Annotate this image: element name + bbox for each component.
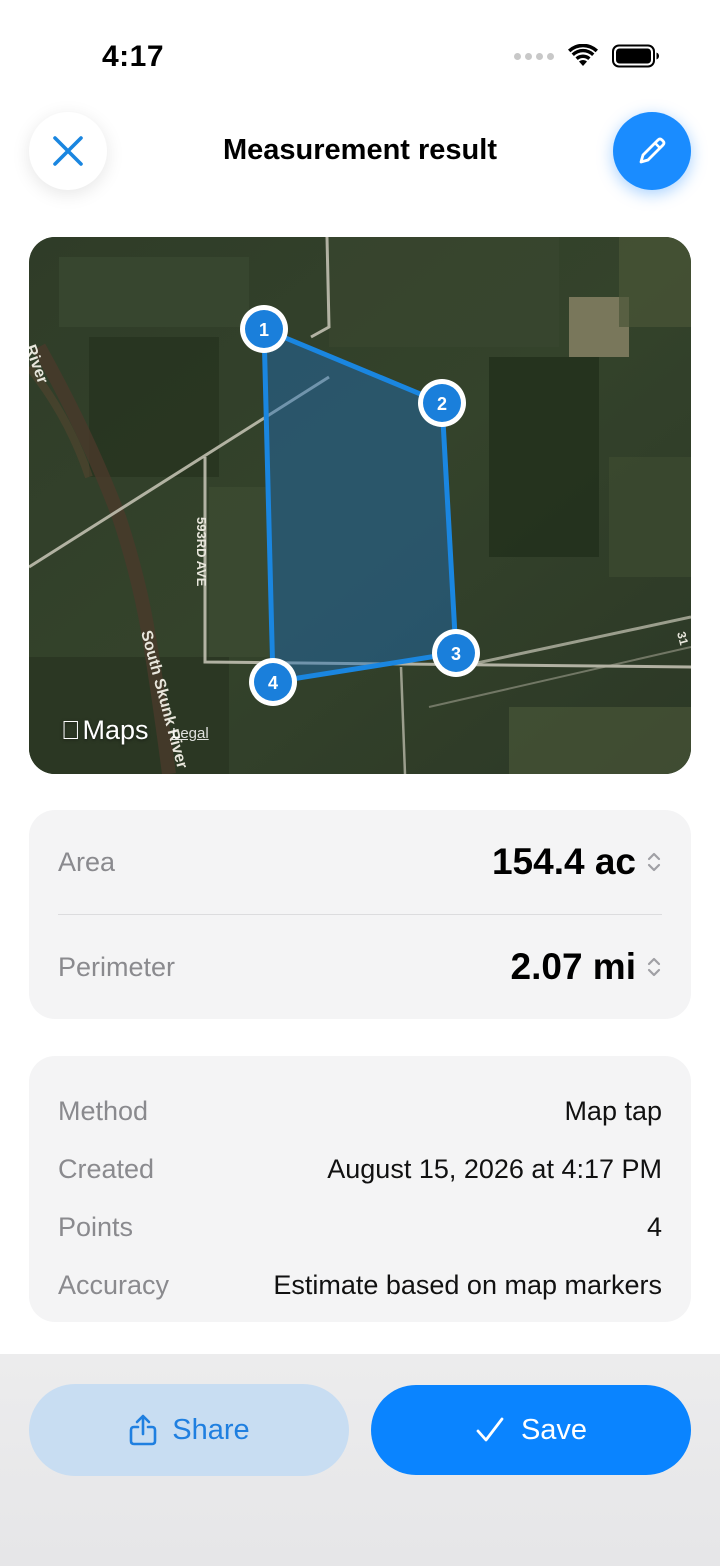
detail-row-points: Points 4 xyxy=(58,1198,662,1256)
detail-value: Estimate based on map markers xyxy=(273,1269,662,1300)
perimeter-label: Perimeter xyxy=(58,951,176,982)
signal-dots-icon xyxy=(514,52,554,60)
svg-text:3: 3 xyxy=(451,644,461,664)
checkmark-icon xyxy=(476,1417,504,1442)
share-button[interactable]: Share xyxy=(29,1384,349,1476)
detail-row-method: Method Map tap xyxy=(58,1082,662,1140)
marker-4[interactable]: 4 xyxy=(249,658,297,706)
svg-text:4: 4 xyxy=(268,673,278,693)
area-label: Area xyxy=(58,846,116,877)
detail-label: Created xyxy=(58,1153,155,1184)
measurement-card: Area 154.4 ac Perimeter 2.07 mi xyxy=(29,810,691,1019)
page-title: Measurement result xyxy=(223,134,497,166)
details-card: Method Map tap Created August 15, 2026 a… xyxy=(29,1056,691,1322)
area-value-selector[interactable]: 154.4 ac xyxy=(492,841,662,883)
detail-label: Accuracy xyxy=(58,1269,170,1300)
apple-logo-icon:  xyxy=(61,715,81,746)
save-button[interactable]: Save xyxy=(371,1385,691,1475)
pencil-icon xyxy=(639,137,666,164)
perimeter-value: 2.07 mi xyxy=(510,946,636,987)
svg-text:2: 2 xyxy=(437,394,447,414)
perimeter-value-selector[interactable]: 2.07 mi xyxy=(511,946,662,988)
detail-value: August 15, 2026 at 4:17 PM xyxy=(327,1153,662,1184)
battery-icon xyxy=(612,44,659,68)
save-label: Save xyxy=(520,1413,588,1446)
perimeter-row[interactable]: Perimeter 2.07 mi xyxy=(58,915,662,1019)
road-label-593rd: 593RD AVE xyxy=(194,517,209,587)
wifi-icon xyxy=(568,44,598,66)
marker-2[interactable]: 2 xyxy=(418,379,466,427)
share-label: Share xyxy=(172,1413,250,1446)
detail-label: Points xyxy=(58,1211,134,1242)
status-time: 4:17 xyxy=(102,40,165,73)
map-view[interactable]: 593RD AVE South Skunk River River 31 1 2… xyxy=(29,237,691,774)
detail-value: 4 xyxy=(646,1211,662,1242)
detail-value: Map tap xyxy=(564,1095,662,1126)
chevron-up-down-icon xyxy=(647,957,661,977)
status-bar: 4:17 xyxy=(0,0,720,100)
maps-legal-link[interactable]: Legal xyxy=(172,725,209,742)
chevron-up-down-icon xyxy=(647,852,661,872)
area-row[interactable]: Area 154.4 ac xyxy=(58,810,662,914)
apple-maps-logo:  Maps xyxy=(61,715,149,746)
detail-label: Method xyxy=(58,1095,149,1126)
detail-row-created: Created August 15, 2026 at 4:17 PM xyxy=(58,1140,662,1198)
detail-row-accuracy: Accuracy Estimate based on map markers xyxy=(58,1256,662,1314)
share-icon xyxy=(129,1414,157,1446)
svg-text:1: 1 xyxy=(259,320,269,340)
status-icons xyxy=(514,44,660,68)
area-value: 154.4 ac xyxy=(491,841,636,882)
marker-1[interactable]: 1 xyxy=(240,305,288,353)
edit-button[interactable] xyxy=(613,112,691,190)
satellite-map[interactable]: 593RD AVE South Skunk River River 31 1 2… xyxy=(29,237,691,774)
marker-3[interactable]: 3 xyxy=(432,629,480,677)
